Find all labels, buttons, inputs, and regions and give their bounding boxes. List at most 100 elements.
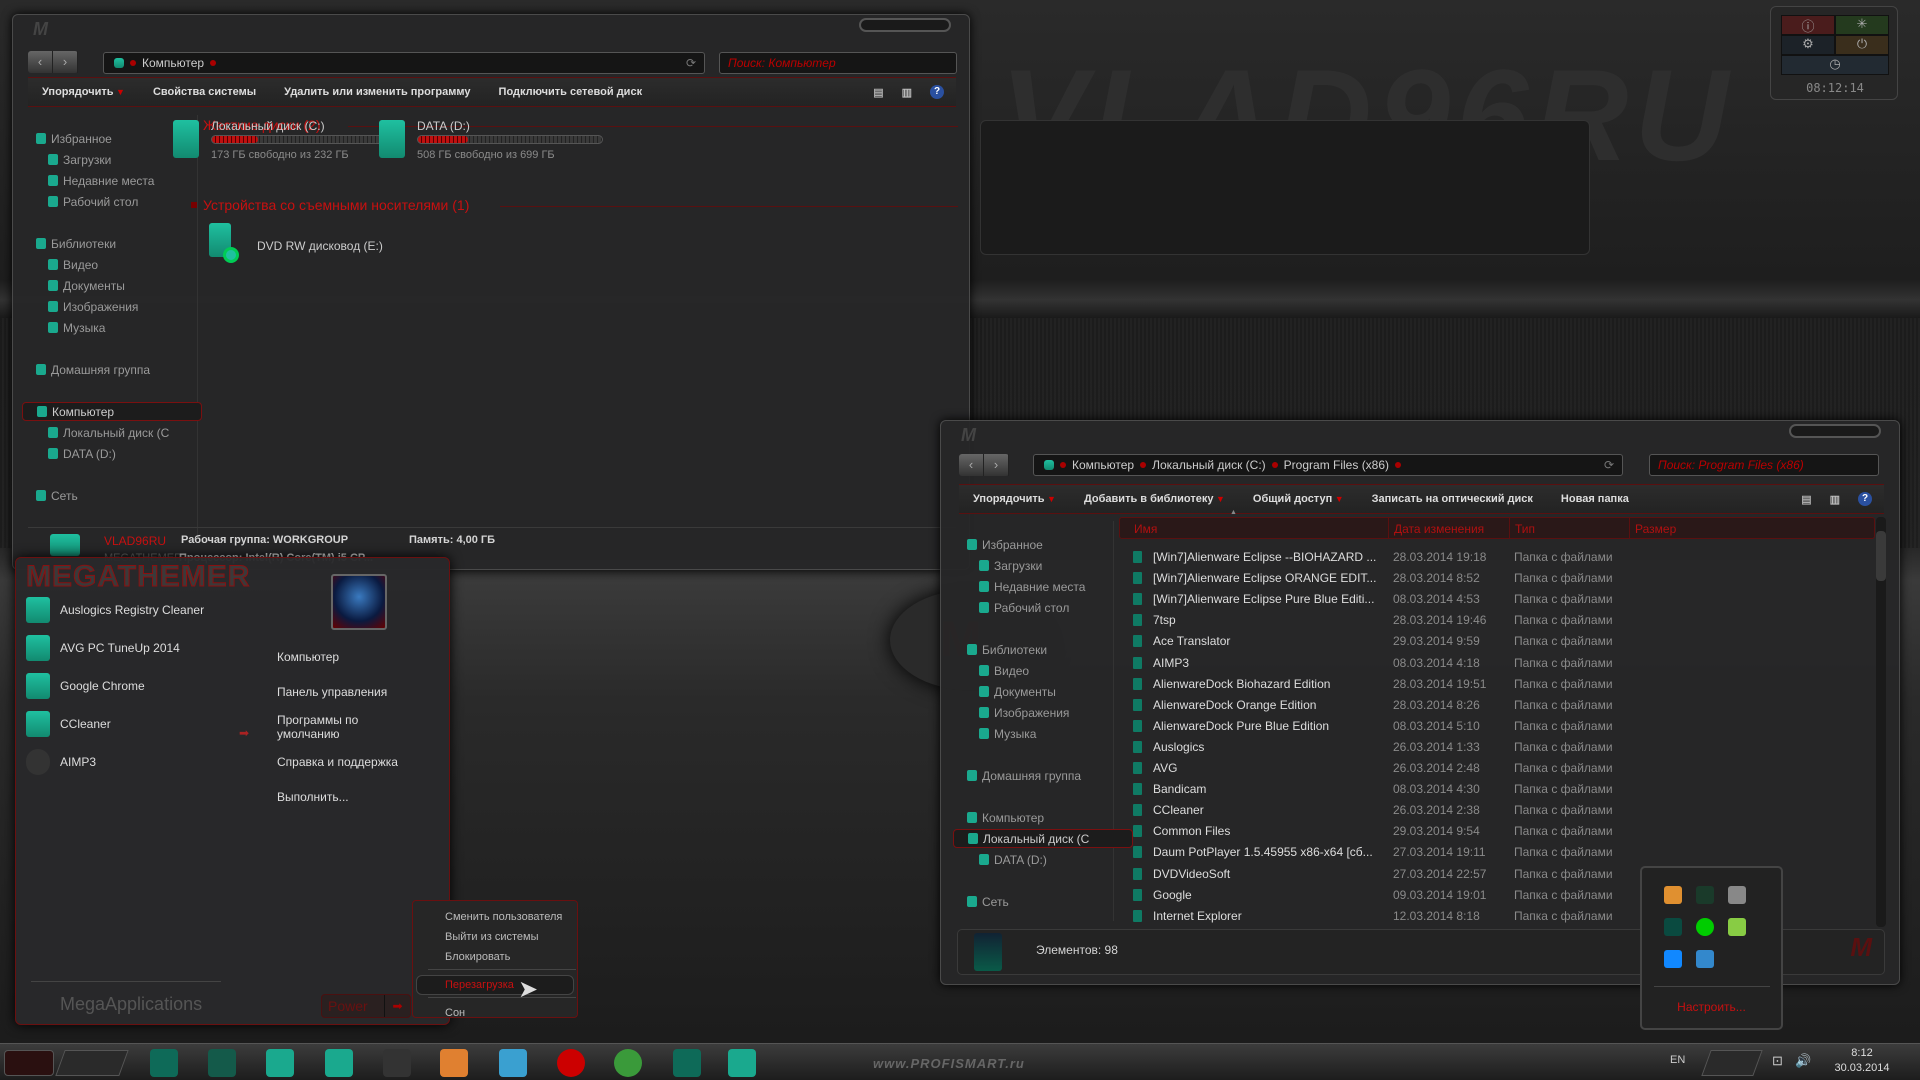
spinner-icon[interactable]: ✳ bbox=[1835, 15, 1889, 35]
forward-button[interactable]: › bbox=[53, 51, 78, 73]
globe-icon[interactable] bbox=[614, 1049, 642, 1077]
toolbar-button[interactable]: Записать на оптический диск bbox=[1358, 493, 1547, 505]
search-input[interactable]: Поиск: Компьютер bbox=[719, 52, 957, 74]
power-menu-item-сон[interactable]: Сон bbox=[445, 1007, 465, 1019]
start-link-выполнить[interactable]: Выполнить... bbox=[277, 790, 417, 804]
window-controls[interactable] bbox=[859, 18, 951, 32]
refresh-icon[interactable]: ⟳ bbox=[686, 56, 696, 70]
file-row[interactable]: AlienwareDock Biohazard Edition 28.03.201… bbox=[1119, 674, 1639, 694]
file-row[interactable]: Ace Translator 29.03.2014 9:59 Папка с фай… bbox=[1119, 631, 1639, 651]
column-header-3[interactable]: Размер bbox=[1635, 522, 1676, 536]
nav-item-data-d[interactable]: DATA (D:) bbox=[967, 850, 1047, 869]
preview-pane-icon[interactable]: ▥ bbox=[1830, 493, 1840, 506]
file-row[interactable]: DVDVideoSoft 27.03.2014 22:57 Папка с файл… bbox=[1119, 864, 1639, 884]
file-row[interactable]: 7tsp 28.03.2014 19:46 Папка с файлами bbox=[1119, 610, 1639, 630]
file-row[interactable]: AlienwareDock Pure Blue Edition 08.03.201… bbox=[1119, 716, 1639, 736]
monitor-icon[interactable] bbox=[673, 1049, 701, 1077]
file-row[interactable]: CCleaner 26.03.2014 2:38 Папка с файлами bbox=[1119, 800, 1639, 820]
record-icon[interactable] bbox=[557, 1049, 585, 1077]
nav-item-изображения[interactable]: Изображения bbox=[967, 703, 1069, 722]
power-menu-item-сменить-пользователя[interactable]: Сменить пользователя bbox=[445, 911, 562, 923]
breadcrumb-separator[interactable] bbox=[1395, 462, 1402, 468]
nav-item-недавние-места[interactable]: Недавние места bbox=[967, 577, 1085, 596]
nav-item-избранное[interactable]: Избранное bbox=[967, 535, 1043, 554]
green-status-icon[interactable] bbox=[1696, 918, 1714, 936]
app-icon[interactable] bbox=[728, 1049, 756, 1077]
toolbar-organize-button[interactable]: Упорядочить ▼ bbox=[28, 86, 139, 98]
toolbar-button[interactable]: Общий доступ ▼ bbox=[1239, 493, 1358, 505]
refresh-icon[interactable]: ⟳ bbox=[1604, 458, 1614, 472]
drive-item[interactable]: DATA (D:) 508 ГБ свободно из 699 ГБ bbox=[379, 115, 603, 165]
file-row[interactable]: [Win7]Alienware Eclipse ORANGE EDIT... 28… bbox=[1119, 568, 1639, 588]
scrollbar-thumb[interactable] bbox=[1876, 531, 1886, 581]
start-button[interactable] bbox=[4, 1050, 54, 1076]
archive-icon[interactable] bbox=[440, 1049, 468, 1077]
start-program-ccleaner[interactable]: CCleaner bbox=[26, 711, 111, 737]
explorer-icon[interactable] bbox=[150, 1049, 178, 1077]
window-controls[interactable] bbox=[1789, 424, 1881, 438]
nav-item-документы[interactable]: Документы bbox=[967, 682, 1056, 701]
search-input[interactable]: Поиск: Program Files (x86) bbox=[1649, 454, 1879, 476]
back-button[interactable]: ‹ bbox=[28, 51, 53, 73]
nav-item-видео[interactable]: Видео bbox=[967, 661, 1029, 680]
address-bar[interactable]: Компьютер Локальный диск (C:) Program File… bbox=[1033, 454, 1623, 476]
toolbar-button[interactable]: Новая папка bbox=[1547, 493, 1643, 505]
nav-item-рабочий-стол[interactable]: Рабочий стол bbox=[967, 598, 1069, 617]
info-icon[interactable]: ⓘ bbox=[1781, 15, 1835, 35]
breadcrumb-item[interactable]: Компьютер bbox=[142, 56, 204, 70]
submenu-arrow-icon[interactable]: ➡ bbox=[239, 726, 249, 740]
drive-item[interactable]: Локальный диск (C:) 173 ГБ свободно из 23… bbox=[173, 115, 397, 165]
power-menu-item-выйти-из-системы[interactable]: Выйти из системы bbox=[445, 931, 539, 943]
breadcrumb-item[interactable]: Program Files (x86) bbox=[1284, 458, 1389, 472]
column-header-0[interactable]: Имя bbox=[1134, 522, 1157, 536]
start-link-компьютер[interactable]: Компьютер bbox=[277, 650, 417, 664]
dvd-drive-label[interactable]: DVD RW дисковод (E:) bbox=[257, 239, 383, 253]
nav-item-музыка[interactable]: Музыка bbox=[36, 318, 105, 337]
avg-tuneup-icon[interactable] bbox=[208, 1049, 236, 1077]
network-check-icon[interactable] bbox=[1664, 886, 1682, 904]
column-header-2[interactable]: Тип bbox=[1515, 522, 1535, 536]
flag-icon[interactable] bbox=[1664, 918, 1682, 936]
bluetooth-icon[interactable] bbox=[1664, 950, 1682, 968]
start-program-google-chrome[interactable]: Google Chrome bbox=[26, 673, 145, 699]
file-row[interactable]: AIMP3 08.03.2014 4:18 Папка с файлами bbox=[1119, 653, 1639, 673]
nav-item-загрузки[interactable]: Загрузки bbox=[36, 150, 111, 169]
volume-icon[interactable]: 🔊 bbox=[1795, 1053, 1811, 1069]
scrollbar[interactable] bbox=[1876, 517, 1886, 927]
view-options-icon[interactable]: ▤ bbox=[1801, 493, 1811, 506]
power-menu-item-блокировать[interactable]: Блокировать bbox=[445, 951, 510, 963]
nav-item-музыка[interactable]: Музыка bbox=[967, 724, 1036, 743]
nav-item-сеть[interactable]: Сеть bbox=[967, 892, 1009, 911]
start-link-справка-и-поддержка[interactable]: Справка и поддержка bbox=[277, 755, 417, 769]
address-bar[interactable]: Компьютер ⟳ bbox=[103, 52, 705, 74]
breadcrumb-separator[interactable] bbox=[1060, 462, 1066, 468]
nav-item-изображения[interactable]: Изображения bbox=[36, 297, 138, 316]
nav-item-рабочий-стол[interactable]: Рабочий стол bbox=[36, 192, 138, 211]
file-row[interactable]: AlienwareDock Orange Edition 28.03.2014 8… bbox=[1119, 695, 1639, 715]
file-row[interactable]: Daum PotPlayer 1.5.45955 x86-x64 [сб... 2… bbox=[1119, 842, 1639, 862]
toolbar-button[interactable]: Упорядочить ▼ bbox=[959, 493, 1070, 505]
nav-item-домашняя-группа[interactable]: Домашняя группа bbox=[36, 360, 150, 379]
nav-item-недавние-места[interactable]: Недавние места bbox=[36, 171, 154, 190]
nav-item-data-d[interactable]: DATA (D:) bbox=[36, 444, 116, 463]
aimp-icon[interactable] bbox=[383, 1049, 411, 1077]
timer-icon[interactable]: ◷ bbox=[1781, 55, 1889, 75]
breadcrumb-separator[interactable] bbox=[1271, 462, 1278, 468]
nav-item-локальный-диск-c[interactable]: Локальный диск (C bbox=[953, 829, 1133, 848]
arrow-right-icon[interactable]: ➡ bbox=[384, 995, 410, 1017]
battery-icon[interactable] bbox=[1728, 918, 1746, 936]
help-icon[interactable]: ? bbox=[1858, 492, 1872, 506]
nav-item-компьютер[interactable]: Компьютер bbox=[22, 402, 202, 421]
view-options-icon[interactable]: ▤ bbox=[873, 86, 883, 99]
breadcrumb-item[interactable]: Компьютер bbox=[1072, 458, 1134, 472]
file-row[interactable]: Bandicam 08.03.2014 4:30 Папка с файлами bbox=[1119, 779, 1639, 799]
breadcrumb-item[interactable]: Локальный диск (C:) bbox=[1152, 458, 1266, 472]
file-row[interactable]: Auslogics 26.03.2014 1:33 Папка с файлами bbox=[1119, 737, 1639, 757]
start-program-avg-pc-tuneup-2014[interactable]: AVG PC TuneUp 2014 bbox=[26, 635, 180, 661]
breadcrumb-separator[interactable] bbox=[130, 60, 136, 66]
file-row[interactable]: [Win7]Alienware Eclipse Pure Blue Editi.… bbox=[1119, 589, 1639, 609]
nav-item-компьютер[interactable]: Компьютер bbox=[967, 808, 1044, 827]
breadcrumb-separator[interactable] bbox=[210, 60, 217, 66]
file-row[interactable]: Common Files 29.03.2014 9:54 Папка с файла… bbox=[1119, 821, 1639, 841]
language-indicator[interactable]: EN bbox=[1670, 1054, 1685, 1066]
